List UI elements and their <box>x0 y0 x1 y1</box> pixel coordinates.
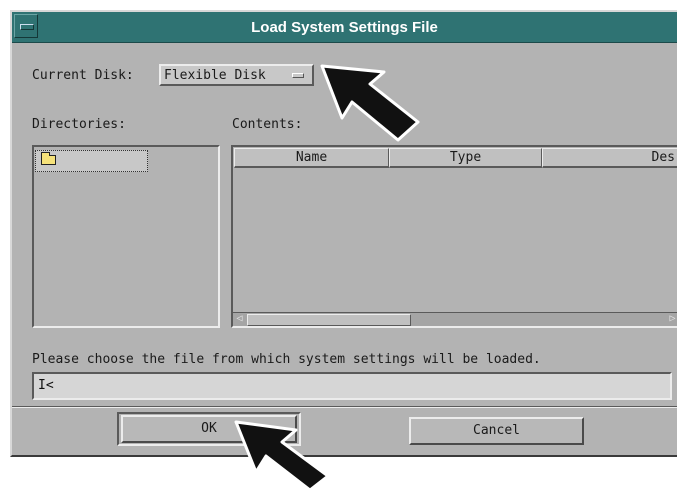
filename-input[interactable]: I< <box>32 372 672 400</box>
contents-column-headers: Name Type Des <box>234 148 677 168</box>
column-header-type[interactable]: Type <box>389 148 542 168</box>
contents-list[interactable]: Name Type Des ◁ ▷ <box>231 145 677 328</box>
text-cursor-icon: I< <box>38 378 54 393</box>
option-menu-indicator-icon <box>292 73 304 78</box>
file-prompt-text: Please choose the file from which system… <box>32 352 541 367</box>
dialog-title: Load System Settings File <box>251 19 438 36</box>
scroll-right-arrow-icon[interactable]: ▷ <box>667 314 677 324</box>
scrollbar-thumb[interactable] <box>247 314 411 326</box>
current-disk-value: Flexible Disk <box>164 68 266 83</box>
directories-label: Directories: <box>32 117 126 132</box>
pointer-arrow-icon-ok <box>234 420 330 492</box>
contents-label: Contents: <box>232 117 303 132</box>
title-bar[interactable]: Load System Settings File <box>12 12 677 43</box>
button-separator <box>12 406 677 408</box>
column-header-description[interactable]: Des <box>542 148 677 168</box>
current-disk-option-menu[interactable]: Flexible Disk <box>159 64 314 86</box>
scroll-left-arrow-icon[interactable]: ◁ <box>234 314 245 324</box>
directories-list[interactable] <box>32 145 220 328</box>
contents-horizontal-scrollbar[interactable]: ◁ ▷ <box>233 312 677 326</box>
list-item[interactable] <box>35 150 148 172</box>
pointer-arrow-icon <box>320 64 420 142</box>
cancel-button[interactable]: Cancel <box>409 417 584 445</box>
column-header-name[interactable]: Name <box>234 148 389 168</box>
current-disk-label: Current Disk: <box>32 68 134 83</box>
folder-icon <box>41 152 56 165</box>
